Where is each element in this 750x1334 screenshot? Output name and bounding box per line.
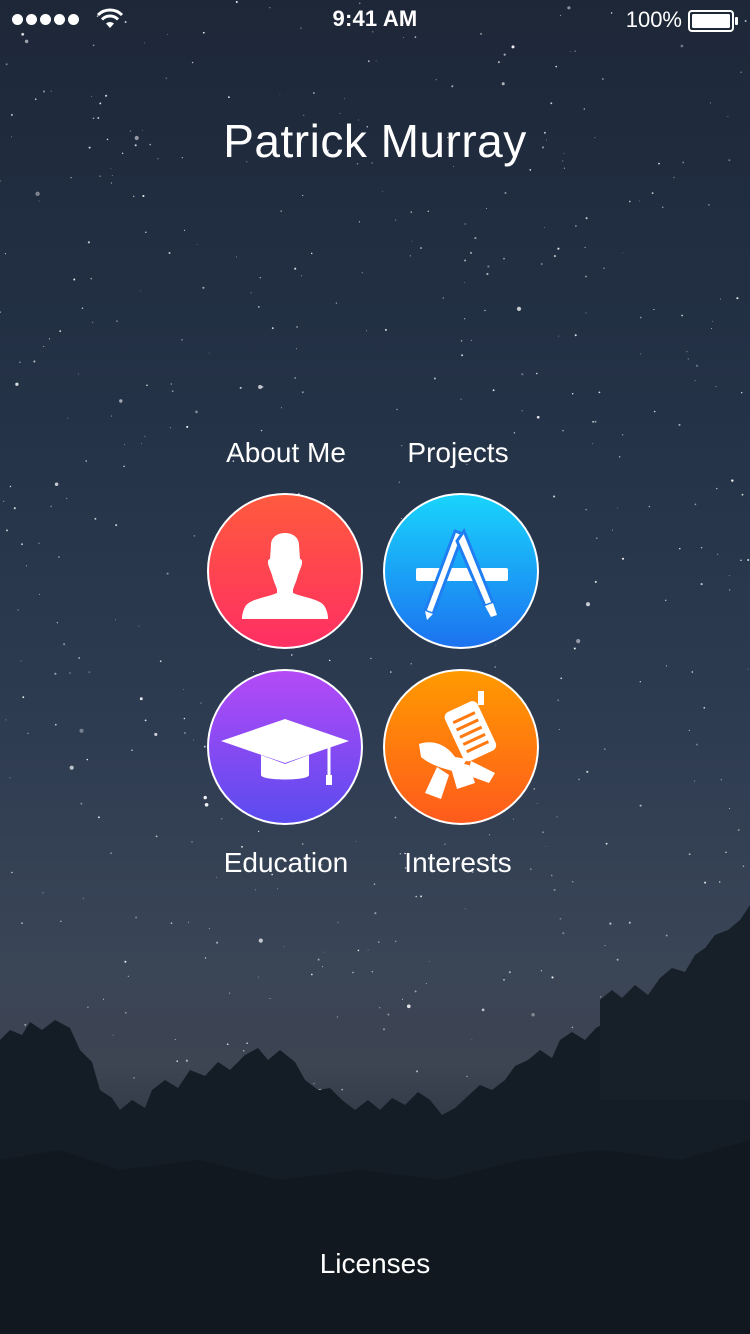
projects-button[interactable] bbox=[383, 493, 539, 649]
licenses-link[interactable]: Licenses bbox=[0, 1248, 750, 1280]
person-silhouette-icon bbox=[242, 533, 328, 619]
graduation-cap-icon bbox=[221, 719, 349, 785]
interests-button[interactable] bbox=[383, 669, 539, 825]
education-button[interactable] bbox=[207, 669, 363, 825]
battery-percentage: 100% bbox=[625, 7, 682, 32]
about-me-label: About Me bbox=[226, 437, 346, 468]
status-bar: 9:41 AM 100% bbox=[0, 0, 750, 40]
page-title: Patrick Murray bbox=[223, 115, 527, 167]
projects-label: Projects bbox=[407, 437, 509, 468]
tree-silhouette-background bbox=[0, 905, 750, 1334]
education-label: Education bbox=[223, 847, 349, 878]
battery-icon bbox=[688, 10, 738, 32]
interests-label: Interests bbox=[404, 847, 512, 878]
app-store-icon bbox=[416, 527, 508, 620]
home-screen: 9:41 AM 100% Patrick Murray About Me Pro… bbox=[0, 0, 750, 1334]
theater-spotlight-icon bbox=[419, 691, 497, 799]
about-me-button[interactable] bbox=[207, 493, 363, 649]
